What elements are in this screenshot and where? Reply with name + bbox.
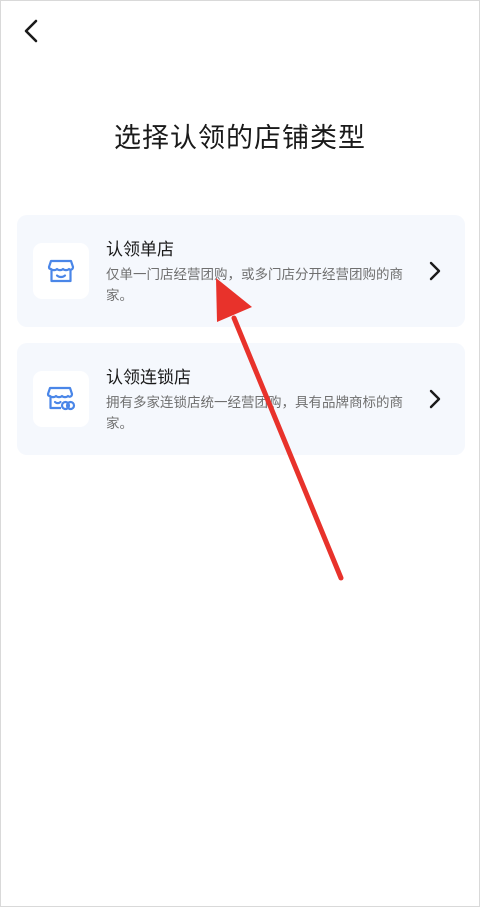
option-description: 仅单一门店经营团购，或多门店分开经营团购的商家。 — [106, 267, 403, 304]
chevron-left-icon — [24, 19, 38, 43]
option-title: 认领单店 — [106, 240, 174, 260]
chevron-right-icon — [427, 389, 443, 409]
back-button[interactable] — [14, 14, 48, 48]
storefront-icon — [47, 259, 75, 283]
chain-store-icon-box — [33, 371, 89, 427]
chain-store-icon — [46, 386, 76, 411]
chevron-right-icon — [427, 261, 443, 281]
page-title: 选择认领的店铺类型 — [114, 123, 366, 154]
claim-chain-store-option[interactable]: 认领连锁店 拥有多家连锁店统一经营团购，具有品牌商标的商家。 — [17, 343, 465, 455]
option-title: 认领连锁店 — [106, 368, 191, 388]
option-description: 拥有多家连锁店统一经营团购，具有品牌商标的商家。 — [106, 395, 403, 432]
claim-single-store-option[interactable]: 认领单店 仅单一门店经营团购，或多门店分开经营团购的商家。 — [17, 215, 465, 327]
storefront-icon-box — [33, 243, 89, 299]
